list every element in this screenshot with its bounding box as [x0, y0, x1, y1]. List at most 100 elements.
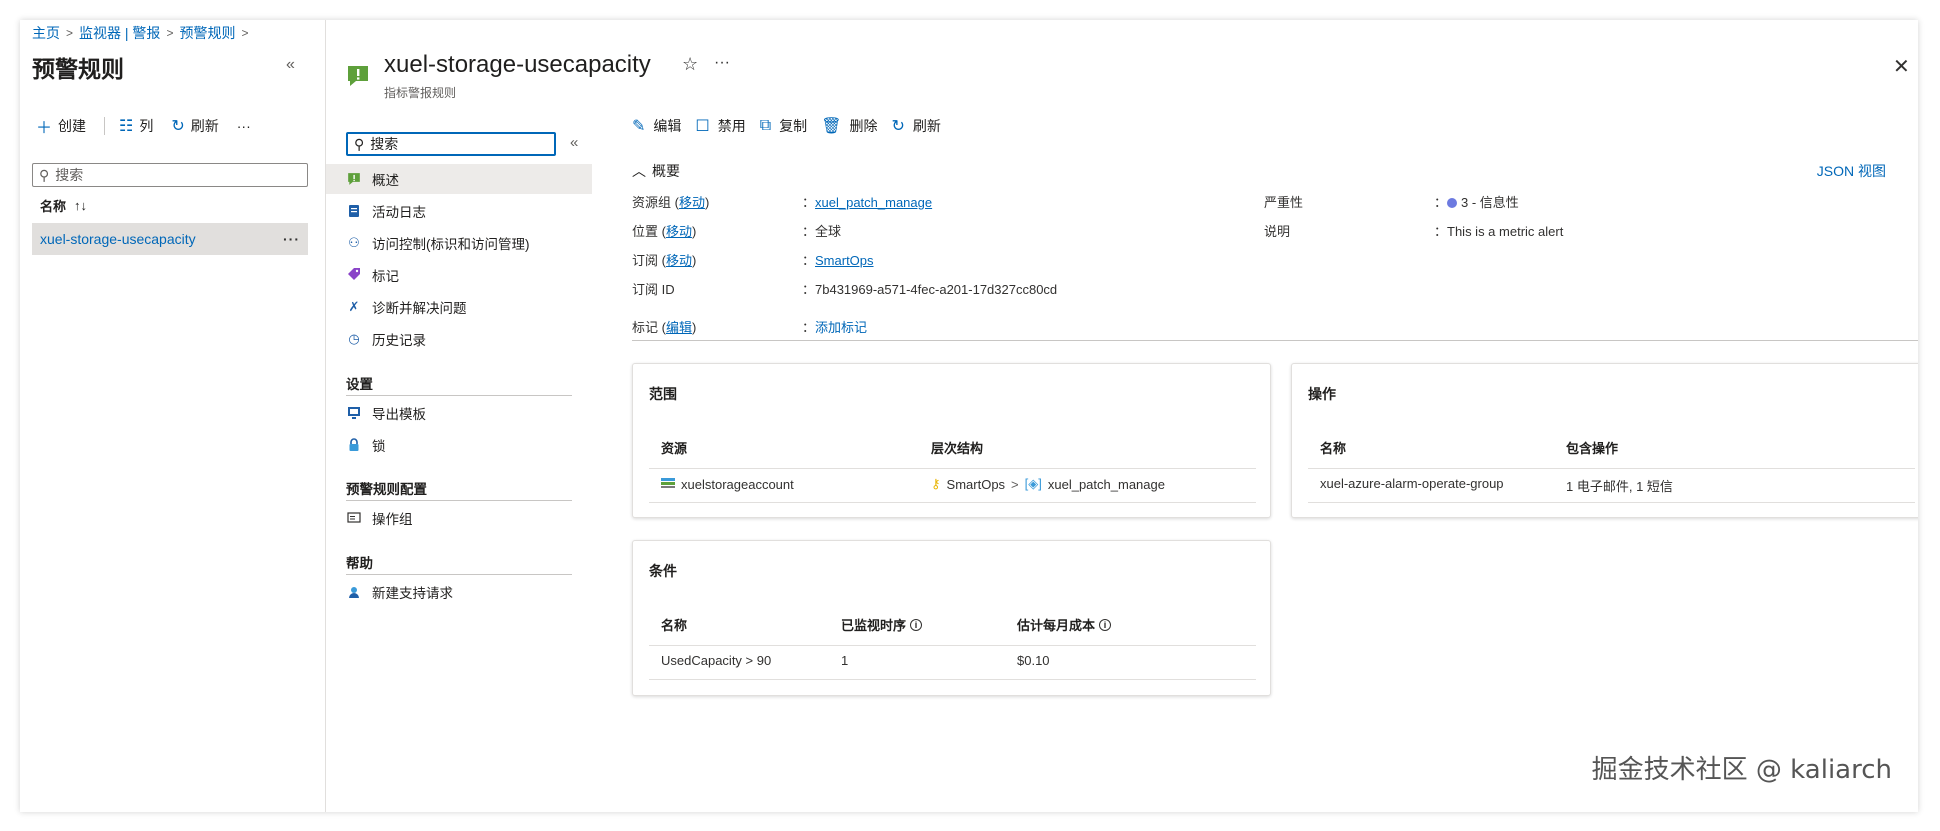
ess-label: 说明	[1264, 224, 1291, 239]
card-title: 操作	[1308, 386, 1336, 402]
key-icon: ⚷	[931, 476, 941, 491]
row-divider	[1308, 468, 1915, 469]
menu-search-input[interactable]: ⚲ 搜索	[346, 132, 556, 156]
menu-item-lock[interactable]: 锁	[326, 430, 592, 460]
section-help: 帮助	[346, 556, 373, 571]
rule-name[interactable]: xuel-storage-usecapacity	[40, 231, 196, 247]
row-divider	[649, 645, 1256, 646]
activity-log-icon	[346, 203, 362, 219]
ess-label: 资源组 (移动)	[632, 195, 710, 210]
wrench-icon: ✗	[348, 299, 360, 314]
menu-label: 活动日志	[372, 205, 426, 220]
menu-label: 诊断并解决问题	[372, 301, 467, 316]
resource-group-name: xuel_patch_manage	[1047, 476, 1165, 492]
collapse-icon[interactable]: «	[286, 56, 295, 74]
support-icon	[346, 584, 362, 600]
menu-label: 历史记录	[372, 333, 426, 348]
copy-button[interactable]: ⧉ 复制	[760, 116, 807, 136]
resource-group-link[interactable]: xuel_patch_manage	[815, 195, 932, 210]
divider	[104, 117, 106, 135]
menu-item-access-control[interactable]: ⚇ 访问控制(标识和访问管理)	[326, 228, 592, 258]
subscription-name: SmartOps	[946, 476, 1006, 492]
json-view-link[interactable]: JSON 视图	[1817, 161, 1886, 181]
actions-card: 操作 名称 包含操作 xuel-azure-alarm-operate-grou…	[1291, 363, 1918, 518]
move-link[interactable]: 移动	[666, 224, 692, 239]
collapse-icon[interactable]: «	[570, 134, 578, 151]
essentials-divider	[632, 340, 1918, 341]
add-tags-link[interactable]: 添加标记	[815, 320, 867, 335]
move-link[interactable]: 移动	[666, 253, 692, 268]
name-column-header[interactable]: 名称 ↑↓	[40, 196, 87, 215]
left-toolbar: ＋ 创建 ☷ 列 ↻ 刷新 ···	[36, 114, 269, 138]
menu-item-export-template[interactable]: 导出模板	[326, 398, 592, 428]
essentials-label: 概要	[652, 163, 680, 179]
menu-label: 访问控制(标识和访问管理)	[372, 237, 530, 252]
card-title: 范围	[649, 386, 677, 402]
section-settings: 设置	[346, 377, 373, 392]
info-icon[interactable]: i	[1099, 618, 1112, 631]
refresh-button[interactable]: ↻ 刷新	[171, 116, 218, 136]
plus-icon: ＋	[36, 120, 53, 137]
ess-description: 说明 ：This is a metric alert	[1264, 221, 1563, 240]
section-divider	[346, 500, 572, 501]
condition-cost: $0.10	[1017, 653, 1050, 668]
section-rule-config: 预警规则配置	[346, 482, 427, 497]
left-search-input[interactable]: ⚲ 搜索	[32, 163, 308, 187]
chevron-up-icon: ︿	[632, 163, 646, 179]
move-link[interactable]: 移动	[679, 195, 705, 210]
menu-item-history[interactable]: ◷ 历史记录	[326, 324, 592, 354]
ellipsis-icon: ···	[236, 118, 251, 134]
menu-item-overview[interactable]: 概述	[326, 164, 592, 194]
ess-label: 标记 (编辑)	[632, 320, 697, 335]
refresh-label: 刷新	[912, 118, 941, 134]
columns-label: 列	[139, 118, 154, 134]
command-bar: ✎ 编辑 ☐ 禁用 ⧉ 复制 🗑︎ 删除 ↻ 刷新	[632, 116, 955, 136]
severity-value: 3 - 信息性	[1461, 195, 1519, 210]
delete-button[interactable]: 🗑︎ 删除	[821, 116, 877, 136]
subscription-id-value: 7b431969-a571-4fec-a201-17d327cc80cd	[815, 282, 1058, 297]
resource-name: xuelstorageaccount	[681, 477, 794, 492]
menu-item-diagnose[interactable]: ✗ 诊断并解决问题	[326, 292, 592, 322]
scope-hierarchy-cell: ⚷ SmartOps > [◈] xuel_patch_manage	[931, 476, 1165, 492]
ess-tags: 标记 (编辑) ：添加标记	[632, 317, 867, 336]
section-divider	[346, 395, 572, 396]
menu-item-tags[interactable]: 标记	[326, 260, 592, 290]
resource-subtitle: 指标警报规则	[384, 86, 457, 100]
delete-label: 删除	[849, 118, 878, 134]
refresh-button[interactable]: ↻ 刷新	[892, 116, 941, 136]
ess-label: 订阅 (移动)	[632, 253, 697, 268]
condition-name: UsedCapacity > 90	[661, 653, 772, 668]
refresh-icon: ↻	[891, 118, 905, 135]
action-group-name: xuel-azure-alarm-operate-group	[1320, 476, 1504, 491]
menu-item-action-groups[interactable]: 操作组	[326, 503, 592, 533]
ess-location: 位置 (移动) ：全球	[632, 221, 841, 240]
info-icon[interactable]: i	[910, 618, 923, 631]
alert-rule-icon	[348, 66, 368, 86]
more-button[interactable]: ···	[237, 118, 251, 134]
trash-icon: 🗑︎	[821, 118, 842, 135]
card-title: 条件	[649, 563, 677, 579]
scope-card: 范围 资源 层次结构 xuelstorageaccount ⚷ SmartOps…	[632, 363, 1271, 518]
edit-label: 编辑	[653, 118, 682, 134]
severity-dot-icon	[1447, 198, 1458, 208]
resource-title: xuel-storage-usecapacity	[384, 51, 651, 78]
column-header: 包含操作	[1566, 441, 1619, 456]
pencil-icon: ✎	[632, 118, 646, 135]
copy-label: 复制	[779, 118, 808, 134]
row-divider	[649, 502, 1256, 503]
ellipsis-icon[interactable]: ···	[283, 231, 300, 247]
edit-button[interactable]: ✎ 编辑	[632, 116, 681, 136]
action-group-icon	[346, 510, 362, 526]
columns-button[interactable]: ☷ 列	[119, 116, 153, 136]
list-item[interactable]: xuel-storage-usecapacity ···	[32, 223, 308, 255]
menu-item-activity-log[interactable]: 活动日志	[326, 196, 592, 226]
action-group-contains: 1 电子邮件, 1 短信	[1566, 479, 1673, 494]
subscription-link[interactable]: SmartOps	[815, 253, 874, 268]
refresh-label: 刷新	[190, 118, 219, 134]
disable-button[interactable]: ☐ 禁用	[695, 116, 745, 136]
essentials-toggle[interactable]: ︿ 概要	[632, 161, 680, 181]
ess-label: 订阅 ID	[632, 282, 675, 297]
menu-item-new-support-request[interactable]: 新建支持请求	[326, 577, 592, 607]
edit-tags-link[interactable]: 编辑	[666, 320, 692, 335]
create-button[interactable]: ＋ 创建	[36, 114, 86, 138]
